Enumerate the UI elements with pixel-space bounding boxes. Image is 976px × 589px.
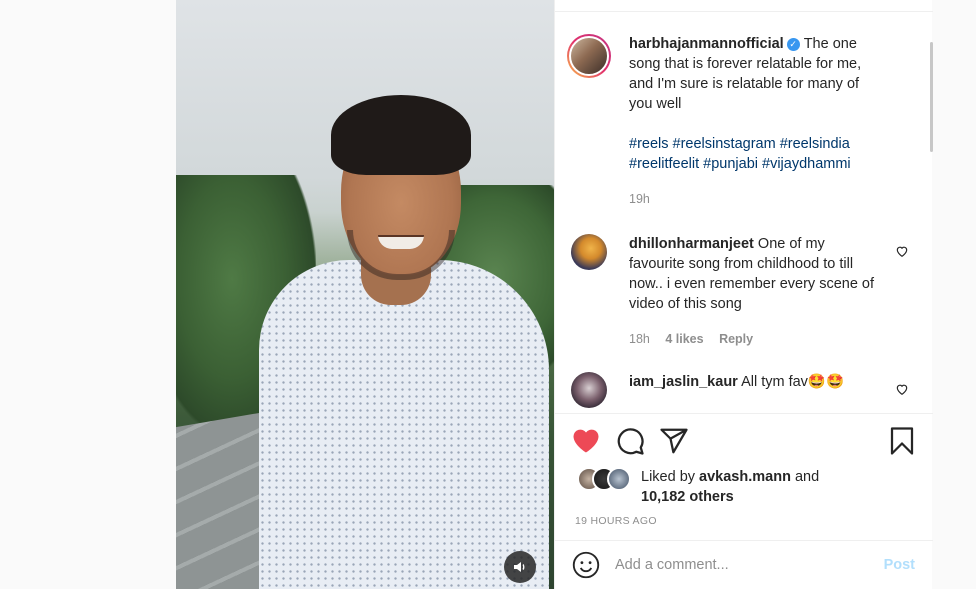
caption-time[interactable]: 19h — [629, 192, 650, 206]
emoji-button[interactable] — [571, 550, 601, 580]
caption-row: harbhajanmannofficial ✓ The one song that … — [567, 34, 911, 209]
post-details-panel: harbhajanmannofficial ✓ The one song that … — [554, 0, 933, 589]
bookmark-icon[interactable] — [887, 426, 917, 456]
video-person — [251, 95, 551, 589]
author-username[interactable]: harbhajanmannofficial — [629, 36, 784, 52]
person-shirt — [259, 260, 549, 589]
post-comment-button[interactable]: Post — [884, 557, 915, 573]
commenter-avatar[interactable] — [571, 234, 607, 270]
comment-item: iam_jaslin_kaur All tym fav🤩🤩 — [571, 372, 911, 408]
reel-video[interactable] — [176, 0, 554, 589]
person-hair — [331, 95, 471, 175]
speaker-icon — [514, 562, 525, 572]
emoji-icon — [572, 551, 600, 579]
verified-badge-icon: ✓ — [786, 38, 800, 51]
liked-by-joiner: and — [794, 469, 820, 485]
author-avatar[interactable] — [567, 34, 611, 78]
caption: harbhajanmannofficial ✓ The one song that … — [629, 34, 884, 114]
paper-plane-icon[interactable] — [659, 426, 689, 456]
comment-time[interactable]: 18h — [629, 332, 650, 346]
post-timestamp[interactable]: 19 HOURS AGO — [575, 515, 657, 527]
comment-text: All tym fav🤩🤩 — [741, 374, 845, 390]
comment-input[interactable] — [615, 557, 865, 573]
likes-summary: Liked by avkash.mann and 10,182 others — [577, 467, 819, 507]
comment-body: iam_jaslin_kaur All tym fav🤩🤩 — [629, 372, 884, 408]
commenter-avatar[interactable] — [571, 372, 607, 408]
likes-count[interactable]: 10,182 others — [641, 489, 734, 505]
comment-body: dhillonharmanjeet One of my favourite so… — [629, 234, 884, 349]
caption-meta: 19h — [629, 189, 884, 209]
reply-button[interactable]: Reply — [719, 332, 753, 346]
caption-text-block: harbhajanmannofficial ✓ The one song that … — [629, 34, 884, 209]
comment-item: dhillonharmanjeet One of my favourite so… — [571, 234, 911, 349]
likes-text: Liked by avkash.mann and 10,182 others — [641, 467, 819, 507]
commenter-username[interactable]: dhillonharmanjeet — [629, 236, 754, 252]
comment-likes[interactable]: 4 likes — [665, 332, 703, 346]
add-comment-bar: Post — [555, 540, 933, 589]
liker-username[interactable]: avkash.mann — [699, 469, 791, 485]
comment-bubble-icon[interactable] — [615, 426, 645, 456]
action-bar — [571, 426, 917, 456]
comment-like-icon[interactable] — [895, 382, 909, 396]
caption-hashtags[interactable]: #reels #reelsinstagram #reelsindia #reel… — [629, 134, 884, 174]
sound-toggle-button[interactable] — [504, 551, 536, 583]
scrollbar[interactable] — [930, 42, 933, 152]
comment-meta: 18h 4 likes Reply — [629, 329, 884, 349]
liked-by-label: Liked by — [641, 469, 696, 485]
person-smile — [378, 235, 424, 249]
commenter-username[interactable]: iam_jaslin_kaur — [629, 374, 738, 390]
comment-like-icon[interactable] — [895, 244, 909, 258]
post-card: harbhajanmannofficial ✓ The one song that … — [176, 0, 933, 589]
actions-section: Liked by avkash.mann and 10,182 others 1… — [555, 413, 933, 527]
comments-list[interactable]: harbhajanmannofficial ✓ The one song that … — [555, 12, 933, 414]
liker-avatars[interactable] — [577, 467, 637, 491]
heart-filled-icon[interactable] — [571, 426, 601, 454]
